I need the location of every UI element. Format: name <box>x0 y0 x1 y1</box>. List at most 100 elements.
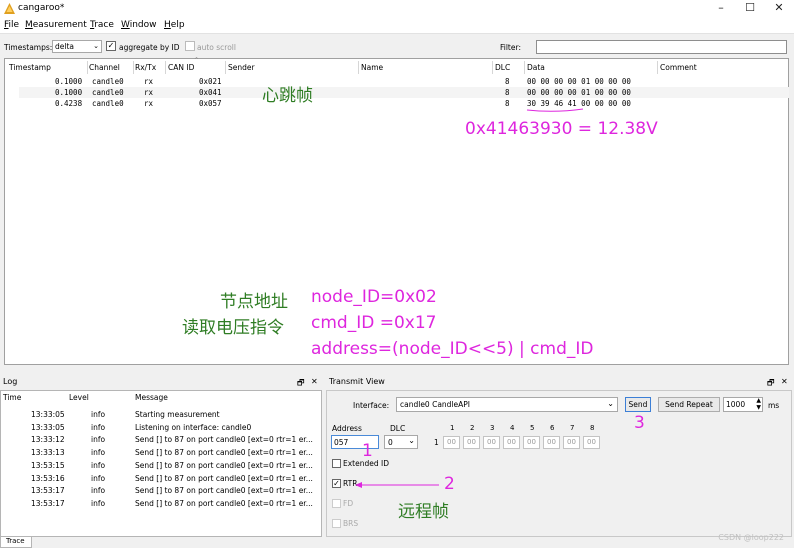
data-byte-input[interactable]: 00 <box>523 436 540 449</box>
data-byte-input[interactable]: 00 <box>463 436 480 449</box>
log-time: 13:53:15 <box>31 460 65 470</box>
cell-channel: candle0 <box>92 77 124 86</box>
log-time: 13:53:16 <box>31 473 65 483</box>
cell-channel: candle0 <box>92 99 124 108</box>
menu-bar: File Measurement Trace Window Help <box>0 17 794 34</box>
chevron-down-icon: ⌄ <box>93 42 99 50</box>
cell-can-id: 0x021 <box>199 77 222 86</box>
maximize-button[interactable]: ☐ <box>736 0 764 17</box>
log-level: info <box>91 448 106 458</box>
cell-can-id: 0x057 <box>199 99 222 108</box>
rtr-checkbox[interactable]: ✓ <box>332 479 341 488</box>
log-message: Send [] to 87 on port candle0 [ext=0 rtr… <box>135 498 313 508</box>
menu-measurement[interactable]: Measurement <box>25 20 87 30</box>
log-time: 13:33:05 <box>31 422 65 432</box>
brs-checkbox[interactable] <box>332 519 341 528</box>
log-level: info <box>91 422 106 432</box>
data-byte-input[interactable]: 00 <box>583 436 600 449</box>
close-button[interactable]: ✕ <box>765 0 793 17</box>
data-byte-input[interactable]: 00 <box>443 436 460 449</box>
underline-mark <box>526 108 584 112</box>
log-panel: Time Level Message 13:33:05 info Starting … <box>0 390 322 537</box>
cell-rxtx: rx <box>144 99 154 108</box>
column-divider <box>492 61 493 74</box>
log-message: Send [] to 87 on port candle0 [ext=0 rtr… <box>135 486 313 496</box>
extended-id-checkbox[interactable] <box>332 459 341 468</box>
log-level: info <box>91 486 106 496</box>
log-time: 13:53:17 <box>31 486 65 496</box>
close-icon[interactable]: ✕ <box>781 377 788 389</box>
column-divider <box>657 61 658 74</box>
col-comment[interactable]: Comment <box>660 63 697 74</box>
aggregate-checkbox[interactable]: ✓ <box>106 41 116 51</box>
col-channel[interactable]: Channel <box>89 63 120 74</box>
log-level: info <box>91 410 106 419</box>
aggregate-label: aggregate by ID <box>119 43 180 52</box>
dlc-label: DLC <box>390 424 406 433</box>
timestamps-select[interactable]: delta ⌄ <box>52 40 102 53</box>
col-dlc[interactable]: DLC <box>495 63 510 74</box>
title-bar: cangaroo* – ☐ ✕ <box>0 0 794 17</box>
cell-data: 00 00 00 00 01 00 00 00 <box>527 77 631 86</box>
dlc-value: 0 <box>388 438 393 447</box>
data-byte-input[interactable]: 00 <box>563 436 580 449</box>
trace-tab[interactable]: Trace <box>0 537 32 548</box>
log-message: Starting measurement <box>135 410 220 419</box>
window-title: cangaroo* <box>18 3 65 13</box>
spin-down-icon[interactable]: ▼ <box>756 404 761 411</box>
menu-file[interactable]: File <box>4 20 19 30</box>
cell-dlc: 8 <box>505 88 510 97</box>
brs-label: BRS <box>343 519 359 528</box>
interface-select[interactable]: candle0 CandleAPI ⌄ <box>396 397 618 412</box>
data-byte-input[interactable]: 00 <box>483 436 500 449</box>
log-col-level[interactable]: Level <box>69 392 89 404</box>
log-time: 13:33:13 <box>31 448 65 458</box>
menu-window[interactable]: Window <box>121 20 157 30</box>
autoscroll-checkbox[interactable] <box>185 41 195 51</box>
send-button[interactable]: Send <box>625 397 651 412</box>
annotation-3: 3 <box>634 413 645 433</box>
data-row-label: 1 <box>434 438 439 447</box>
byte-header: 8 <box>590 424 595 432</box>
log-col-message[interactable]: Message <box>135 392 168 404</box>
log-time: 13:53:17 <box>31 498 65 508</box>
minimize-button[interactable]: – <box>707 0 735 17</box>
byte-header: 1 <box>450 424 455 432</box>
cangaroo-app-icon <box>4 3 15 14</box>
repeat-interval-spinbox[interactable]: 1000 ▲ ▼ <box>723 397 763 412</box>
filter-input[interactable] <box>536 40 787 54</box>
col-data[interactable]: Data <box>527 63 545 74</box>
voltage-annotation: 0x41463930 = 12.38V <box>465 119 658 139</box>
col-can-id[interactable]: CAN ID <box>168 63 194 74</box>
log-level: info <box>91 473 106 483</box>
cell-channel: candle0 <box>92 88 124 97</box>
filter-label: Filter: <box>500 43 521 52</box>
log-message: Listening on interface: candle0 <box>135 422 252 432</box>
float-icon[interactable]: 🗗 <box>297 377 305 389</box>
col-sender[interactable]: Sender <box>228 63 255 74</box>
cmd-id-annotation: cmd_ID =0x17 <box>311 313 437 333</box>
annotation-1: 1 <box>362 441 373 461</box>
log-col-time[interactable]: Time <box>3 392 21 404</box>
data-byte-input[interactable]: 00 <box>503 436 520 449</box>
log-level: info <box>91 498 106 508</box>
byte-header: 6 <box>550 424 555 432</box>
cell-rxtx: rx <box>144 77 154 86</box>
row-stripe <box>19 87 789 98</box>
log-message: Send [] to 87 on port candle0 [ext=0 rtr… <box>135 473 313 483</box>
spin-up-icon[interactable]: ▲ <box>756 397 761 404</box>
col-timestamp[interactable]: Timestamp <box>9 63 51 74</box>
col-rxtx[interactable]: Rx/Tx <box>135 63 156 74</box>
send-repeat-button[interactable]: Send Repeat <box>658 397 720 412</box>
dlc-select[interactable]: 0 ⌄ <box>384 435 418 449</box>
log-panel-title: Log <box>3 377 18 386</box>
col-name[interactable]: Name <box>361 63 383 74</box>
fd-checkbox[interactable] <box>332 499 341 508</box>
menu-trace[interactable]: Trace <box>90 20 114 30</box>
close-icon[interactable]: ✕ <box>311 377 318 389</box>
float-icon[interactable]: 🗗 <box>767 377 775 389</box>
menu-help[interactable]: Help <box>164 20 185 30</box>
cell-can-id: 0x041 <box>199 88 222 97</box>
cell-timestamp: 0.4238 <box>55 99 83 108</box>
data-byte-input[interactable]: 00 <box>543 436 560 449</box>
